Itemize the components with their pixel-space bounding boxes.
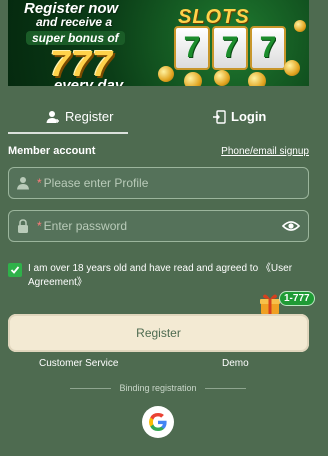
promo-banner[interactable]: Register now and receive a super bonus o… bbox=[8, 0, 309, 86]
user-icon bbox=[9, 176, 37, 190]
register-button[interactable]: Register bbox=[8, 314, 309, 352]
login-door-icon bbox=[213, 109, 226, 124]
google-icon bbox=[149, 413, 167, 431]
agreement-row: I am over 18 years old and have read and… bbox=[8, 262, 309, 290]
required-mark: * bbox=[37, 219, 42, 233]
checkmark-icon bbox=[10, 266, 20, 274]
agreement-text[interactable]: I am over 18 years old and have read and… bbox=[28, 262, 309, 290]
tab-login[interactable]: Login bbox=[212, 99, 266, 134]
slot-reel: 7 bbox=[174, 26, 210, 70]
tab-register[interactable]: Register bbox=[46, 99, 113, 134]
slot-reel: 7 bbox=[250, 26, 286, 70]
eye-icon[interactable] bbox=[281, 219, 301, 238]
gift-badge: 1-777 bbox=[279, 291, 315, 306]
profile-placeholder: Please enter Profile bbox=[43, 176, 149, 190]
tab-login-label: Login bbox=[231, 109, 267, 124]
lock-icon bbox=[9, 219, 37, 233]
promo-bonus-amount: 777 bbox=[50, 43, 114, 84]
promo-line-5: every day. bbox=[54, 77, 127, 86]
binding-divider: Binding registration bbox=[70, 383, 247, 393]
promo-text: Register now and receive a super bonus o… bbox=[24, 0, 174, 86]
tab-register-label: Register bbox=[65, 109, 114, 124]
password-field[interactable]: * Enter password bbox=[8, 210, 309, 242]
required-mark: * bbox=[37, 176, 42, 190]
slot-reel: 7 bbox=[212, 26, 248, 70]
coin-icon bbox=[248, 72, 266, 86]
register-icon bbox=[46, 110, 59, 123]
member-account-label: Member account bbox=[8, 145, 96, 157]
coin-icon bbox=[284, 60, 300, 76]
divider-line bbox=[204, 387, 247, 389]
phone-email-signup-link[interactable]: Phone/email signup bbox=[221, 146, 309, 157]
form-header: Member account Phone/email signup bbox=[8, 145, 309, 157]
coin-icon bbox=[158, 66, 174, 82]
divider-line bbox=[70, 387, 112, 389]
demo-link[interactable]: Demo bbox=[222, 358, 249, 369]
password-placeholder: Enter password bbox=[43, 219, 128, 233]
auth-tabs: Register Login bbox=[8, 99, 309, 134]
promo-line-2: and receive a bbox=[36, 15, 113, 29]
agree-checkbox[interactable] bbox=[8, 263, 22, 277]
coin-icon bbox=[294, 20, 306, 32]
binding-registration-label: Binding registration bbox=[119, 383, 197, 393]
customer-service-link[interactable]: Customer Service bbox=[39, 358, 118, 369]
profile-field[interactable]: * Please enter Profile bbox=[8, 167, 309, 199]
active-tab-indicator bbox=[8, 132, 128, 134]
google-signin-button[interactable] bbox=[142, 406, 174, 438]
coin-icon bbox=[184, 72, 202, 86]
coin-icon bbox=[214, 70, 230, 86]
